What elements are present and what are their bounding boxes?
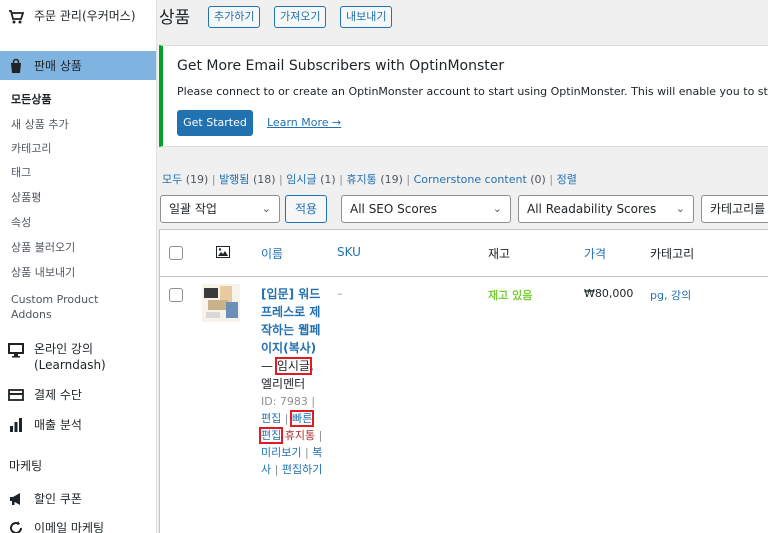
price-cell: ₩80,000 — [584, 287, 634, 300]
stock-status: 재고 있음 — [488, 289, 533, 302]
product-title-link[interactable]: [입문] 워드프레스로 제작하는 웹페이지(복사) — [261, 287, 320, 355]
readability-filter-value: All Readability Scores — [527, 202, 657, 216]
sidebar-item-label: 결제 수단 — [34, 388, 82, 402]
refresh-icon — [7, 519, 25, 533]
submenu-attributes[interactable]: 속성 — [0, 216, 31, 230]
preview-link[interactable]: 미리보기 — [261, 446, 301, 459]
column-name[interactable]: 이름 — [261, 245, 283, 262]
submenu-add-new[interactable]: 새 상품 추가 — [0, 118, 69, 132]
filter-cornerstone-count: (0) — [530, 173, 546, 186]
bar-chart-icon — [7, 416, 25, 434]
get-started-button[interactable]: Get Started — [177, 110, 253, 136]
product-id: ID: 7983 — [261, 395, 308, 408]
sidebar-item-coupons[interactable]: 할인 쿠폰 — [0, 490, 156, 508]
chevron-down-icon: ⌄ — [492, 202, 502, 215]
filter-trash[interactable]: 휴지통 — [346, 173, 376, 186]
filter-published[interactable]: 발행됨 — [219, 173, 249, 186]
edit-link[interactable]: 편집 — [261, 412, 281, 425]
sidebar-item-label: 이메일 마케팅 — [34, 521, 105, 533]
sidebar-item-label: 온라인 강의 (Learndash) — [34, 342, 106, 372]
seo-filter-select[interactable]: All SEO Scores ⌄ — [341, 195, 511, 223]
column-price[interactable]: 가격 — [584, 245, 606, 262]
row-checkbox[interactable] — [169, 288, 183, 302]
state-separator: , — [309, 359, 314, 373]
column-stock: 재고 — [488, 247, 511, 261]
sidebar-item-email-marketing[interactable]: 이메일 마케팅 — [0, 519, 156, 533]
builder-label: 엘리멘터 — [261, 377, 306, 391]
sidebar-item-label: 할인 쿠폰 — [34, 492, 82, 506]
state-dash: — — [261, 359, 273, 373]
cart-icon — [7, 8, 25, 26]
sidebar-item-online-course[interactable]: 온라인 강의 (Learndash) — [0, 341, 156, 373]
megaphone-icon — [7, 490, 25, 508]
chevron-down-icon: ⌄ — [675, 202, 685, 215]
submenu-import[interactable]: 상품 불러오기 — [0, 241, 75, 255]
optinmonster-notice: Get More Email Subscribers with OptinMon… — [159, 45, 768, 147]
category-filter-value: 카테고리를 — [710, 202, 766, 216]
filter-all-count: (19) — [185, 173, 209, 186]
sidebar-item-orders[interactable]: 주문 관리(우커머스) — [0, 8, 156, 26]
notice-text: Please connect to or create an OptinMons… — [177, 85, 768, 98]
image-column-icon — [216, 246, 230, 261]
trash-link[interactable]: 휴지통 — [285, 429, 315, 442]
filter-sort[interactable]: 정렬 — [557, 173, 577, 186]
admin-sidebar: 주문 관리(우커머스) 판매 상품 모든상품 새 상품 추가 카테고리 태그 상… — [0, 0, 157, 533]
draft-state-label: 임시글 — [274, 357, 312, 375]
seo-filter-value: All SEO Scores — [350, 202, 438, 216]
select-all-checkbox[interactable] — [169, 246, 183, 260]
status-filters: 모두 (19) | 발행됨 (18) | 임시글 (1) | 휴지통 (19) … — [162, 173, 577, 186]
table-header: 이름 SKU 재고 가격 카테고리 — [160, 230, 768, 277]
submenu-categories[interactable]: 카테고리 — [0, 142, 51, 156]
products-table: 이름 SKU 재고 가격 카테고리 [입문] 워드프레스로 제작하는 웹페이지(… — [159, 229, 768, 533]
export-button[interactable]: 내보내기 — [340, 6, 393, 28]
product-title-cell: [입문] 워드프레스로 제작하는 웹페이지(복사) — 임시글, 엘리멘터 ID… — [258, 287, 323, 476]
bulk-action-value: 일괄 작업 — [169, 202, 217, 216]
filter-published-count: (18) — [252, 173, 276, 186]
bulk-action-select[interactable]: 일괄 작업 ⌄ — [160, 195, 280, 223]
sidebar-section-marketing: 마케팅 — [9, 459, 43, 473]
filter-cornerstone[interactable]: Cornerstone content — [414, 173, 527, 186]
sidebar-item-payment[interactable]: 결제 수단 — [0, 386, 156, 404]
import-button[interactable]: 가져오기 — [274, 6, 327, 28]
submenu-all-products[interactable]: 모든상품 — [0, 93, 51, 107]
column-sku[interactable]: SKU — [337, 245, 361, 259]
monitor-icon — [7, 341, 25, 359]
submenu-reviews[interactable]: 상품평 — [0, 191, 41, 205]
main-content: 상품 추가하기 가져오기 내보내기 Get More Email Subscri… — [157, 0, 768, 533]
sku-cell: – — [337, 287, 343, 300]
filter-all[interactable]: 모두 — [162, 173, 182, 186]
credit-card-icon — [7, 386, 25, 404]
categories-cell[interactable]: pg, 강의 — [650, 287, 691, 303]
submenu-custom-addons[interactable]: Custom Product Addons — [0, 292, 110, 322]
column-categories: 카테고리 — [650, 247, 695, 261]
sidebar-item-label: 판매 상품 — [34, 58, 82, 73]
apply-button[interactable]: 적용 — [285, 195, 327, 223]
notice-title: Get More Email Subscribers with OptinMon… — [177, 58, 505, 74]
filter-draft-count: (1) — [320, 173, 336, 186]
submenu-tags[interactable]: 태그 — [0, 166, 31, 180]
sidebar-item-label: 주문 관리(우커머스) — [34, 9, 136, 23]
shopping-bag-icon — [7, 57, 25, 75]
readability-filter-select[interactable]: All Readability Scores ⌄ — [518, 195, 694, 223]
filter-draft[interactable]: 임시글 — [286, 173, 316, 186]
page-title: 상품 — [159, 8, 191, 28]
sidebar-item-products[interactable]: 판매 상품 — [0, 51, 156, 80]
product-thumbnail[interactable] — [202, 284, 240, 322]
add-product-button[interactable]: 추가하기 — [208, 6, 261, 28]
submenu-export[interactable]: 상품 내보내기 — [0, 266, 75, 280]
learn-more-link[interactable]: Learn More → — [267, 116, 341, 129]
chevron-down-icon: ⌄ — [261, 202, 271, 215]
edit-with-elementor-link[interactable]: 편집하기 — [282, 463, 322, 476]
sidebar-item-analytics[interactable]: 매출 분석 — [0, 416, 156, 434]
filter-trash-count: (19) — [380, 173, 403, 186]
category-filter-select[interactable]: 카테고리를 — [701, 195, 768, 223]
sidebar-item-label: 매출 분석 — [34, 418, 82, 432]
